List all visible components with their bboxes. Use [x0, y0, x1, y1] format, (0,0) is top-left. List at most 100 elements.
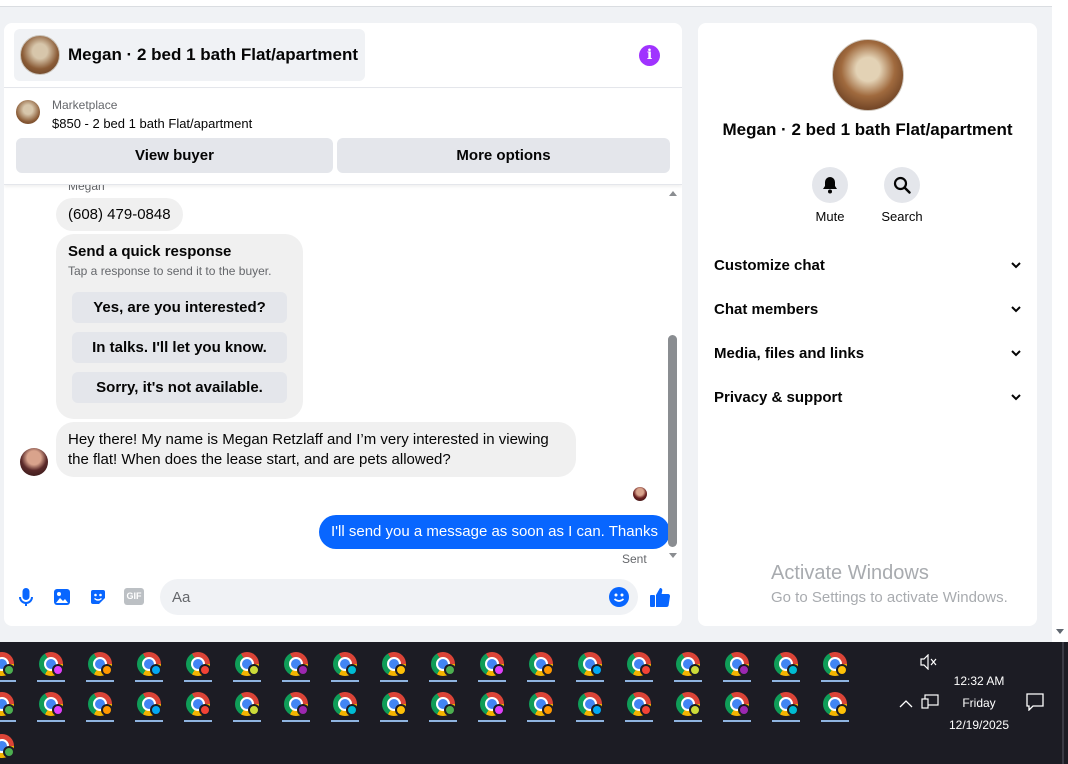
chat-title-button[interactable]: Megan · 2 bed 1 bath Flat/apartment	[14, 29, 365, 81]
customize-chat-section[interactable]: Customize chat	[714, 253, 1021, 277]
chrome-profile-taskbar-icon[interactable]	[37, 692, 65, 722]
chrome-profile-taskbar-icon[interactable]	[772, 692, 800, 722]
chrome-profile-taskbar-icon[interactable]	[429, 692, 457, 722]
chrome-profile-taskbar-icon[interactable]	[576, 692, 604, 722]
info-icon[interactable]: i	[639, 45, 660, 66]
chevron-up-icon[interactable]	[899, 697, 913, 711]
running-indicator	[674, 720, 702, 722]
bell-icon	[823, 177, 837, 194]
sticker-icon[interactable]	[88, 587, 108, 607]
chrome-profile-taskbar-icon[interactable]	[184, 692, 212, 722]
microphone-icon[interactable]	[16, 587, 36, 607]
media-files-links-section[interactable]: Media, files and links	[714, 341, 1021, 365]
chrome-profile-taskbar-icon[interactable]	[135, 692, 163, 722]
chrome-profile-taskbar-icon[interactable]	[625, 692, 653, 722]
chrome-profile-taskbar-icon[interactable]	[723, 652, 751, 682]
sender-avatar[interactable]	[20, 448, 48, 476]
emoji-icon[interactable]	[609, 587, 629, 607]
listing-avatar	[20, 35, 60, 75]
speaker-muted-icon[interactable]	[920, 653, 938, 673]
running-indicator	[233, 720, 261, 722]
chrome-profile-taskbar-icon[interactable]	[380, 692, 408, 722]
running-indicator	[282, 680, 310, 682]
search-button[interactable]	[884, 167, 920, 203]
profile-badge-icon	[640, 664, 652, 676]
message-scrollbar[interactable]	[668, 189, 678, 561]
privacy-support-section[interactable]: Privacy & support	[714, 385, 1021, 409]
scrollbar-thumb[interactable]	[668, 335, 677, 547]
page-scrollbar-track[interactable]	[1052, 0, 1068, 642]
quick-response-yes-button[interactable]: Yes, are you interested?	[72, 292, 287, 323]
chrome-profile-taskbar-icon[interactable]	[723, 692, 751, 722]
chrome-profile-taskbar-icon[interactable]	[674, 692, 702, 722]
scroll-down-arrow[interactable]	[669, 553, 677, 558]
chrome-profile-taskbar-icon[interactable]	[184, 652, 212, 682]
mute-button[interactable]	[812, 167, 848, 203]
clock-day[interactable]: Friday	[944, 696, 1014, 710]
chrome-profile-taskbar-icon[interactable]	[135, 652, 163, 682]
chrome-profile-taskbar-icon[interactable]	[576, 652, 604, 682]
profile-badge-icon	[52, 704, 64, 716]
view-buyer-button[interactable]: View buyer	[16, 138, 333, 173]
chrome-profile-taskbar-icon[interactable]	[527, 652, 555, 682]
chrome-profile-taskbar-icon[interactable]	[0, 692, 16, 722]
chrome-profile-taskbar-icon[interactable]	[86, 652, 114, 682]
chrome-profile-taskbar-icon[interactable]	[331, 652, 359, 682]
chrome-profile-taskbar-icon[interactable]	[821, 652, 849, 682]
chrome-profile-taskbar-icon[interactable]	[429, 652, 457, 682]
show-desktop-divider[interactable]	[1062, 642, 1064, 764]
chat-members-section[interactable]: Chat members	[714, 297, 1021, 321]
running-indicator	[527, 720, 555, 722]
read-receipt-avatar	[633, 487, 647, 501]
running-indicator	[772, 680, 800, 682]
scroll-up-arrow[interactable]	[669, 191, 677, 196]
running-indicator	[478, 680, 506, 682]
notifications-icon[interactable]	[1026, 693, 1044, 714]
message-input[interactable]	[160, 579, 638, 615]
chrome-profile-taskbar-icon[interactable]	[233, 652, 261, 682]
chevron-down-icon	[1011, 261, 1021, 268]
chrome-profile-taskbar-icon[interactable]	[233, 692, 261, 722]
profile-badge-icon	[444, 664, 456, 676]
chrome-profile-taskbar-icon[interactable]	[478, 692, 506, 722]
chrome-profile-taskbar-icon[interactable]	[0, 652, 16, 682]
running-indicator	[576, 680, 604, 682]
photo-icon[interactable]	[52, 587, 72, 607]
message-bubble-outgoing[interactable]: I'll send you a message as soon as I can…	[319, 515, 670, 549]
page-scroll-down-arrow[interactable]	[1056, 629, 1064, 634]
clock-date[interactable]: 12/19/2025	[944, 718, 1014, 732]
chrome-profile-taskbar-icon[interactable]	[86, 692, 114, 722]
profile-badge-icon	[395, 664, 407, 676]
listing-profile-photo[interactable]	[832, 39, 904, 111]
chrome-profile-taskbar-icon[interactable]	[0, 734, 16, 760]
chrome-profile-taskbar-icon[interactable]	[625, 652, 653, 682]
profile-badge-icon	[640, 704, 652, 716]
gif-icon[interactable]: GIF	[124, 588, 144, 605]
message-list[interactable]: Megan (608) 479-0848 Send a quick respon…	[4, 185, 682, 575]
info-panel-title: Megan · 2 bed 1 bath Flat/apartment	[722, 120, 1013, 139]
chrome-profile-taskbar-icon[interactable]	[282, 692, 310, 722]
chat-panel: Megan · 2 bed 1 bath Flat/apartment i Ma…	[4, 23, 682, 626]
clock-time[interactable]: 12:32 AM	[944, 674, 1014, 688]
chrome-profile-taskbar-icon[interactable]	[527, 692, 555, 722]
quick-response-in-talks-button[interactable]: In talks. I'll let you know.	[72, 332, 287, 363]
network-icon[interactable]	[921, 694, 939, 713]
chrome-profile-taskbar-icon[interactable]	[821, 692, 849, 722]
listing-thumbnail[interactable]	[16, 100, 40, 124]
profile-badge-icon	[591, 664, 603, 676]
chrome-profile-taskbar-icon[interactable]	[674, 652, 702, 682]
quick-response-not-available-button[interactable]: Sorry, it's not available.	[72, 372, 287, 403]
profile-badge-icon	[836, 664, 848, 676]
chrome-profile-taskbar-icon[interactable]	[331, 692, 359, 722]
thumbs-up-icon[interactable]	[649, 586, 671, 608]
chrome-profile-taskbar-icon[interactable]	[282, 652, 310, 682]
more-options-button[interactable]: More options	[337, 138, 670, 173]
running-indicator	[625, 680, 653, 682]
chrome-profile-taskbar-icon[interactable]	[380, 652, 408, 682]
chrome-profile-taskbar-icon[interactable]	[772, 652, 800, 682]
message-bubble-phone[interactable]: (608) 479-0848	[56, 198, 183, 231]
chrome-profile-taskbar-icon[interactable]	[37, 652, 65, 682]
message-bubble-incoming[interactable]: Hey there! My name is Megan Retzlaff and…	[56, 422, 576, 477]
chrome-profile-taskbar-icon[interactable]	[478, 652, 506, 682]
listing-price-title[interactable]: $850 - 2 bed 1 bath Flat/apartment	[52, 116, 252, 131]
